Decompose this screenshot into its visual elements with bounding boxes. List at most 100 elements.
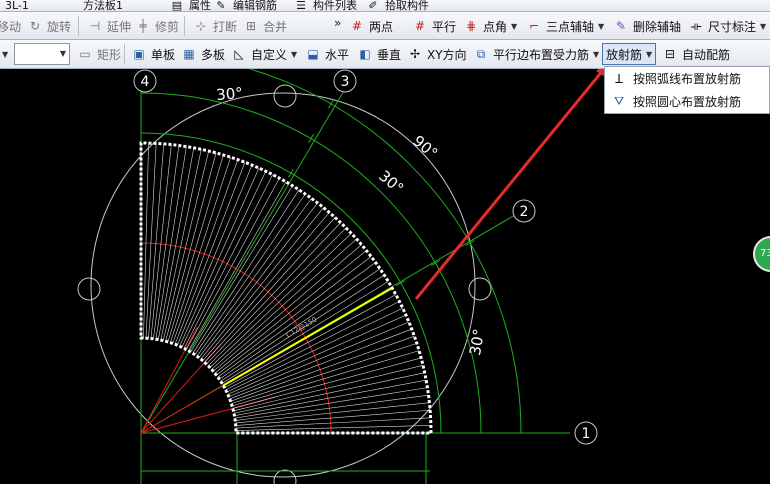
radial-rebar-label: 放射筋 bbox=[606, 47, 643, 62]
widget-label: 73 bbox=[760, 248, 770, 259]
merge-icon: ⊞ bbox=[245, 19, 257, 33]
menu-item-center-radial[interactable]: ⛛ 按照圆心布置放射筋 bbox=[605, 90, 769, 113]
parallel-edge-rebar-button[interactable]: ⧉ 平行边布置受力筋 ▼ bbox=[470, 43, 602, 65]
break-button[interactable]: ⊹ 打断 bbox=[190, 15, 240, 37]
extend-label: 延伸 bbox=[107, 19, 132, 34]
auto-rebar-icon: ⊟ bbox=[664, 47, 676, 61]
delete-axis-icon: ✎ bbox=[615, 19, 627, 33]
radial-rebar-line bbox=[235, 417, 431, 429]
dimension-tick bbox=[308, 133, 314, 144]
vertical-label: 垂直 bbox=[377, 47, 402, 62]
extend-icon: ⊣ bbox=[89, 19, 101, 33]
radial-rebar-line bbox=[232, 350, 420, 407]
xy-direction-button[interactable]: ✢ XY方向 bbox=[404, 43, 470, 65]
axis-label: 4 bbox=[141, 74, 150, 90]
rectangle-icon: ▭ bbox=[79, 47, 91, 61]
grid-bubble bbox=[77, 277, 101, 301]
radial-rebar-line bbox=[204, 217, 336, 363]
properties-label: 属性 bbox=[189, 0, 211, 12]
delete-axis-button[interactable]: ✎ 删除辅轴 bbox=[610, 15, 684, 37]
slab-combo[interactable]: 方法板1 bbox=[80, 0, 126, 11]
dimension-label: 尺寸标注 bbox=[708, 19, 757, 34]
floor-label: 3L-1 bbox=[5, 0, 29, 12]
radial-rebar-dropdown: ꓕ 按照弧线布置放射筋 ⛛ 按照圆心布置放射筋 bbox=[604, 66, 770, 114]
top-toolbar: 3L-1 方法板1 ▤ 属性 ✎ 编辑钢筋 ☰ 构件列表 ✐ 拾取构件 bbox=[0, 0, 770, 12]
radial-rebar-line bbox=[224, 294, 397, 388]
two-point-label: 两点 bbox=[369, 19, 394, 34]
horizontal-label: 水平 bbox=[325, 47, 350, 62]
vertical-button[interactable]: ◧ 垂直 bbox=[354, 43, 404, 65]
toolbar-overflow-chevron[interactable]: » bbox=[334, 16, 341, 30]
radial-rebar-line bbox=[167, 154, 224, 342]
pick-component-button[interactable]: ✐ 拾取构件 bbox=[362, 0, 432, 11]
dimension-icon: ⟛ bbox=[690, 18, 702, 33]
extend-button[interactable]: ⊣ 延伸 bbox=[84, 15, 134, 37]
custom-button[interactable]: ◺ 自定义 ▼ bbox=[228, 43, 300, 65]
radial-rebar-line bbox=[143, 143, 149, 339]
single-slab-button[interactable]: ▣ 单板 bbox=[128, 43, 178, 65]
edit-toolbar: 移动 ↻旋转 ⊣ 延伸 ╪ 修剪 ⊹打断 ⊞合并 » #两点 #平行 ⋕点角▼ ⌐三… bbox=[0, 12, 770, 40]
floor-combo[interactable]: 3L-1 bbox=[2, 0, 32, 12]
three-point-axis-button[interactable]: ⌐ 三点辅轴 ▼ bbox=[523, 15, 607, 37]
rotate-label: 旋转 bbox=[47, 19, 72, 34]
parallel-edge-rebar-label: 平行边布置受力筋 bbox=[493, 47, 590, 62]
trim-icon: ╪ bbox=[139, 19, 147, 33]
radial-rebar-line bbox=[153, 145, 180, 339]
radial-rebar-line bbox=[225, 301, 400, 391]
chevron-down-icon[interactable]: ▼ bbox=[598, 22, 604, 31]
radial-rebar-line bbox=[186, 177, 280, 350]
angle-label: 90° bbox=[409, 132, 441, 163]
multi-slab-button[interactable]: ▦ 多板 bbox=[178, 43, 228, 65]
trim-label: 修剪 bbox=[155, 19, 180, 34]
radial-rebar-button[interactable]: 放射筋 ▼ bbox=[602, 43, 657, 65]
parallel-button[interactable]: # 平行 bbox=[409, 15, 459, 37]
point-angle-button[interactable]: ⋕ 点角 ▼ bbox=[460, 15, 520, 37]
radial-rebar-line bbox=[235, 425, 431, 431]
two-point-button[interactable]: # 两点 bbox=[346, 15, 396, 37]
auto-rebar-button[interactable]: ⊟ 自动配筋 bbox=[659, 43, 733, 65]
selected-rebar-line bbox=[222, 287, 393, 387]
auto-rebar-label: 自动配筋 bbox=[682, 47, 731, 62]
merge-button[interactable]: ⊞ 合并 bbox=[240, 15, 290, 37]
grid-bubble bbox=[468, 277, 492, 301]
component-list-button[interactable]: ☰ 构件列表 bbox=[290, 0, 360, 11]
three-point-axis-icon: ⌐ bbox=[528, 19, 540, 33]
annotation-arrow-line bbox=[414, 69, 606, 300]
chevron-down-icon[interactable]: ▼ bbox=[2, 50, 8, 59]
rectangle-button[interactable]: ▭ 矩形 bbox=[74, 43, 124, 65]
radial-rebar-line bbox=[234, 387, 428, 419]
chevron-down-icon[interactable]: ▼ bbox=[646, 50, 652, 59]
radial-rebar-line bbox=[202, 212, 330, 361]
chevron-down-icon[interactable]: ▼ bbox=[760, 22, 766, 31]
cad-drawing-canvas[interactable]: C12@1504 32130°90°30°30° bbox=[0, 69, 770, 484]
angle-label: 30° bbox=[375, 167, 407, 198]
radial-rebar-line bbox=[230, 335, 415, 402]
radial-rebar-line bbox=[234, 379, 427, 416]
chevron-down-icon[interactable]: ▼ bbox=[593, 50, 599, 59]
angle-label: 30° bbox=[466, 327, 488, 356]
break-label: 打断 bbox=[213, 19, 238, 34]
move-button[interactable]: 移动 bbox=[0, 15, 24, 37]
properties-button[interactable]: ▤ 属性 bbox=[166, 0, 214, 12]
rotate-button[interactable]: ↻ 旋转 bbox=[24, 15, 74, 37]
edit-rebar-label: 编辑钢筋 bbox=[233, 0, 277, 12]
radial-rebar-line bbox=[235, 394, 429, 421]
radial-rebar-line bbox=[217, 262, 376, 378]
parallel-edge-rebar-icon: ⧉ bbox=[476, 46, 486, 61]
menu-item-arc-radial[interactable]: ꓕ 按照弧线布置放射筋 bbox=[605, 67, 769, 90]
dimension-button[interactable]: ⟛ 尺寸标注 ▼ bbox=[685, 15, 769, 37]
type-combo[interactable]: ▼ bbox=[14, 43, 70, 65]
chevron-down-icon[interactable]: ▼ bbox=[60, 49, 66, 58]
edit-rebar-button[interactable]: ✎ 编辑钢筋 bbox=[210, 0, 280, 12]
radial-rebar-line bbox=[216, 256, 372, 376]
angle-label: 30° bbox=[216, 84, 244, 104]
axis-label: 3 bbox=[341, 74, 350, 90]
point-angle-label: 点角 bbox=[483, 19, 508, 34]
chevron-down-icon[interactable]: ▼ bbox=[291, 50, 297, 59]
dimension-arc bbox=[248, 69, 522, 434]
trim-button[interactable]: ╪ 修剪 bbox=[132, 15, 182, 37]
xy-direction-icon: ✢ bbox=[409, 47, 421, 61]
separator bbox=[78, 16, 79, 36]
chevron-down-icon[interactable]: ▼ bbox=[511, 22, 517, 31]
horizontal-button[interactable]: ⬓ 水平 bbox=[302, 43, 352, 65]
